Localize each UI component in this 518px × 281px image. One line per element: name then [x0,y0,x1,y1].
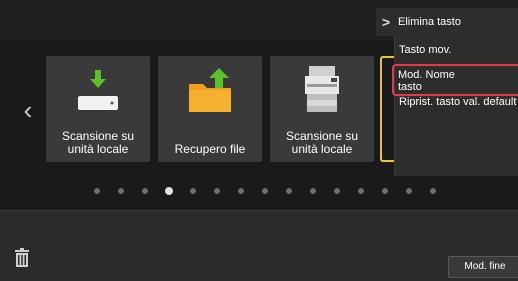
page-dot[interactable] [118,188,124,194]
tile-scan-to-local-drive-2[interactable]: Scansione su unità locale [270,56,374,162]
page-dot[interactable] [238,188,244,194]
context-menu: Tasto mov. Riprist. tasto val. default [394,36,518,176]
page-dot[interactable] [334,188,340,194]
trash-icon[interactable] [14,248,30,268]
bottom-bar [0,210,518,281]
menu-item-delete-key[interactable]: > Elimina tasto [376,8,518,36]
scroll-left-button[interactable]: ‹ [20,96,36,124]
printer-icon [270,62,374,122]
page-dot[interactable] [190,188,196,194]
page-dot[interactable] [406,188,412,194]
page-dot[interactable] [262,188,268,194]
tile-scan-to-local-drive[interactable]: Scansione su unità locale [46,56,150,162]
page-dot[interactable] [214,188,220,194]
page-dot-active[interactable] [165,187,173,195]
download-to-device-icon [46,62,150,122]
pagination-dots [80,186,450,196]
tile-label: Scansione su unità locale [285,129,359,156]
page-dot[interactable] [142,188,148,194]
tile-label: Recupero file [174,142,246,156]
page-dot[interactable] [358,188,364,194]
menu-item-move-key[interactable]: Tasto mov. [399,44,451,56]
page-dot[interactable] [382,188,388,194]
tile-label: Scansione su unità locale [61,129,135,156]
page-dot[interactable] [286,188,292,194]
finish-edit-button[interactable]: Mod. fine [448,256,518,278]
menu-item-restore-default[interactable]: Riprist. tasto val. default [399,96,516,108]
chevron-right-icon: > [381,14,391,30]
page-dot[interactable] [430,188,436,194]
menu-item-rename-key[interactable]: Mod. Nome tasto [392,64,518,96]
tile-file-retrieval[interactable]: Recupero file [158,56,262,162]
screen: ‹ Scansione su unità locale Recupero fil… [0,0,518,281]
page-dot[interactable] [310,188,316,194]
page-dot[interactable] [94,188,100,194]
menu-item-label: Elimina tasto [398,16,461,28]
folder-upload-icon [158,62,262,122]
